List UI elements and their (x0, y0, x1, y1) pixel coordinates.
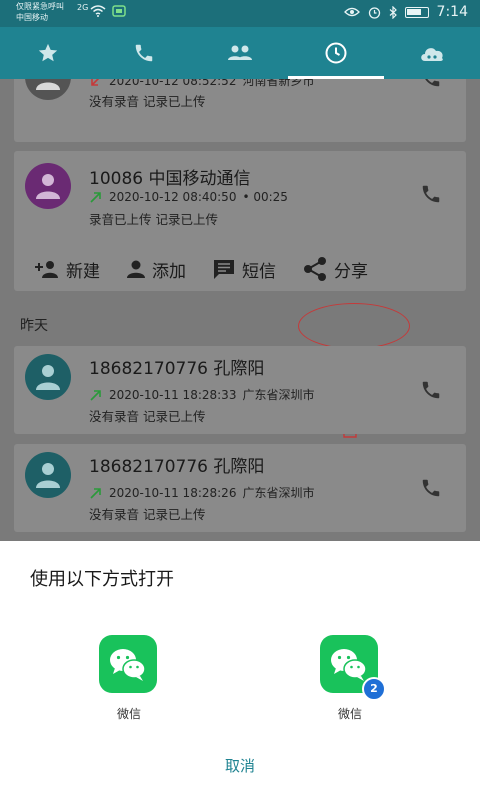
wechat-icon: 2 (320, 635, 386, 701)
person-icon (127, 260, 145, 278)
call-meta: 2020-10-12 08:52:52 河南省新乡市 (89, 79, 314, 89)
call-button[interactable] (420, 183, 442, 205)
outgoing-call-icon (90, 192, 101, 203)
missed-call-icon (91, 79, 99, 86)
tab-contacts[interactable] (192, 27, 288, 79)
call-log-entry[interactable]: 18682170776 孔際阳 2020-10-11 18:28:33 广东省深… (14, 346, 466, 434)
avatar (25, 452, 71, 498)
person-icon (36, 365, 60, 390)
cloud-icon (421, 48, 443, 61)
annotation-circle (298, 303, 410, 349)
call-duration: • 00:25 (242, 190, 288, 204)
status-icons-left (90, 5, 126, 17)
carrier-info: 仅限紧急呼叫 中国移动 (16, 1, 64, 23)
battery-icon (404, 6, 429, 18)
call-button[interactable] (420, 379, 442, 401)
call-status: 录音已上传 记录已上传 (89, 212, 218, 227)
sms-label: 短信 (242, 261, 276, 282)
star-icon (38, 43, 58, 62)
call-datetime: 2020-10-12 08:52:52 (109, 79, 237, 88)
bluetooth-icon (389, 5, 397, 19)
section-header-yesterday: 昨天 (20, 318, 48, 334)
eye-icon (343, 7, 360, 17)
status-bar: 仅限紧急呼叫 中国移动 2G 7:14 (0, 0, 480, 27)
phone-number: 10086 中国移动通信 (89, 169, 251, 189)
call-datetime: 2020-10-12 08:40:50 (109, 190, 237, 204)
app-label: 微信 (337, 707, 362, 721)
tab-cloud[interactable] (384, 27, 480, 79)
phone-number: 18682170776 孔際阳 (89, 359, 265, 379)
call-button[interactable] (420, 79, 442, 89)
carrier-name: 中国移动 (16, 13, 48, 22)
outgoing-call-icon (90, 487, 101, 499)
person-icon (36, 174, 60, 199)
phone-number: 18682170776 孔際阳 (89, 457, 265, 477)
sheet-title: 使用以下方式打开 (30, 569, 174, 590)
avatar (25, 163, 71, 209)
call-datetime: 2020-10-11 18:28:26 (109, 485, 237, 500)
call-log-entry[interactable]: 13223776947 2020-10-12 08:52:52 河南省新乡市 没… (14, 79, 466, 142)
app-option-wechat-clone[interactable]: 2 微信 (320, 635, 386, 722)
person-add-icon (35, 261, 58, 278)
tab-dialer[interactable] (96, 27, 192, 79)
people-icon (228, 45, 252, 60)
call-actions: 新建 添加 短信 分享 (34, 253, 444, 285)
message-icon (214, 260, 234, 279)
person-icon (36, 463, 60, 488)
tab-favorites[interactable] (0, 27, 96, 79)
avatar (25, 354, 71, 400)
network-type: 2G (77, 3, 89, 12)
call-status: 没有录音 记录已上传 (89, 94, 206, 109)
clock-time: 7:14 (436, 4, 468, 20)
add-to-contact-label: 添加 (152, 261, 186, 282)
share-icon (304, 257, 326, 281)
person-icon (36, 82, 60, 90)
clock-icon (325, 42, 347, 64)
tab-bar (0, 27, 480, 79)
cancel-button[interactable]: 取消 (0, 755, 480, 776)
call-meta: 2020-10-12 08:40:50 • 00:25 (89, 190, 288, 204)
call-button[interactable] (420, 477, 442, 499)
new-contact-label: 新建 (66, 261, 100, 282)
alarm-icon (368, 6, 380, 19)
call-meta: 2020-10-11 18:28:33 广东省深圳市 (89, 386, 314, 403)
app-label: 微信 (116, 707, 141, 721)
call-datetime: 2020-10-11 18:28:33 (109, 387, 237, 402)
call-status: 没有录音 记录已上传 (89, 507, 206, 522)
open-with-sheet: 使用以下方式打开 微信 2 微信 取消 (0, 541, 480, 800)
call-location: 广东省深圳市 (242, 388, 315, 402)
call-meta: 2020-10-11 18:28:26 广东省深圳市 (89, 484, 314, 501)
wechat-icon (99, 635, 157, 693)
app-option-wechat[interactable]: 微信 (99, 635, 159, 722)
call-log[interactable]: 13223776947 2020-10-12 08:52:52 河南省新乡市 没… (0, 79, 480, 541)
app-notification-icon (112, 5, 126, 17)
emergency-text: 仅限紧急呼叫 (16, 2, 64, 11)
clone-badge-icon: 2 (362, 677, 386, 701)
call-log-entry-expanded[interactable]: 10086 中国移动通信 2020-10-12 08:40:50 • 00:25… (14, 151, 466, 291)
call-location: 广东省深圳市 (242, 486, 315, 500)
call-log-entry[interactable]: 18682170776 孔際阳 2020-10-11 18:28:26 广东省深… (14, 444, 466, 532)
tab-recents[interactable] (288, 27, 384, 79)
phone-icon (135, 44, 153, 62)
share-label: 分享 (334, 261, 368, 282)
call-status: 没有录音 记录已上传 (89, 409, 206, 424)
status-icons-right: 7:14 (343, 4, 468, 20)
wifi-icon (90, 5, 106, 17)
add-to-contact-button[interactable]: 添加 (126, 257, 186, 282)
avatar (25, 79, 71, 100)
call-location: 河南省新乡市 (242, 79, 315, 88)
share-button[interactable]: 分享 (302, 256, 368, 282)
new-contact-button[interactable]: 新建 (34, 257, 100, 282)
sms-button[interactable]: 短信 (212, 257, 276, 282)
outgoing-call-icon (90, 389, 101, 401)
